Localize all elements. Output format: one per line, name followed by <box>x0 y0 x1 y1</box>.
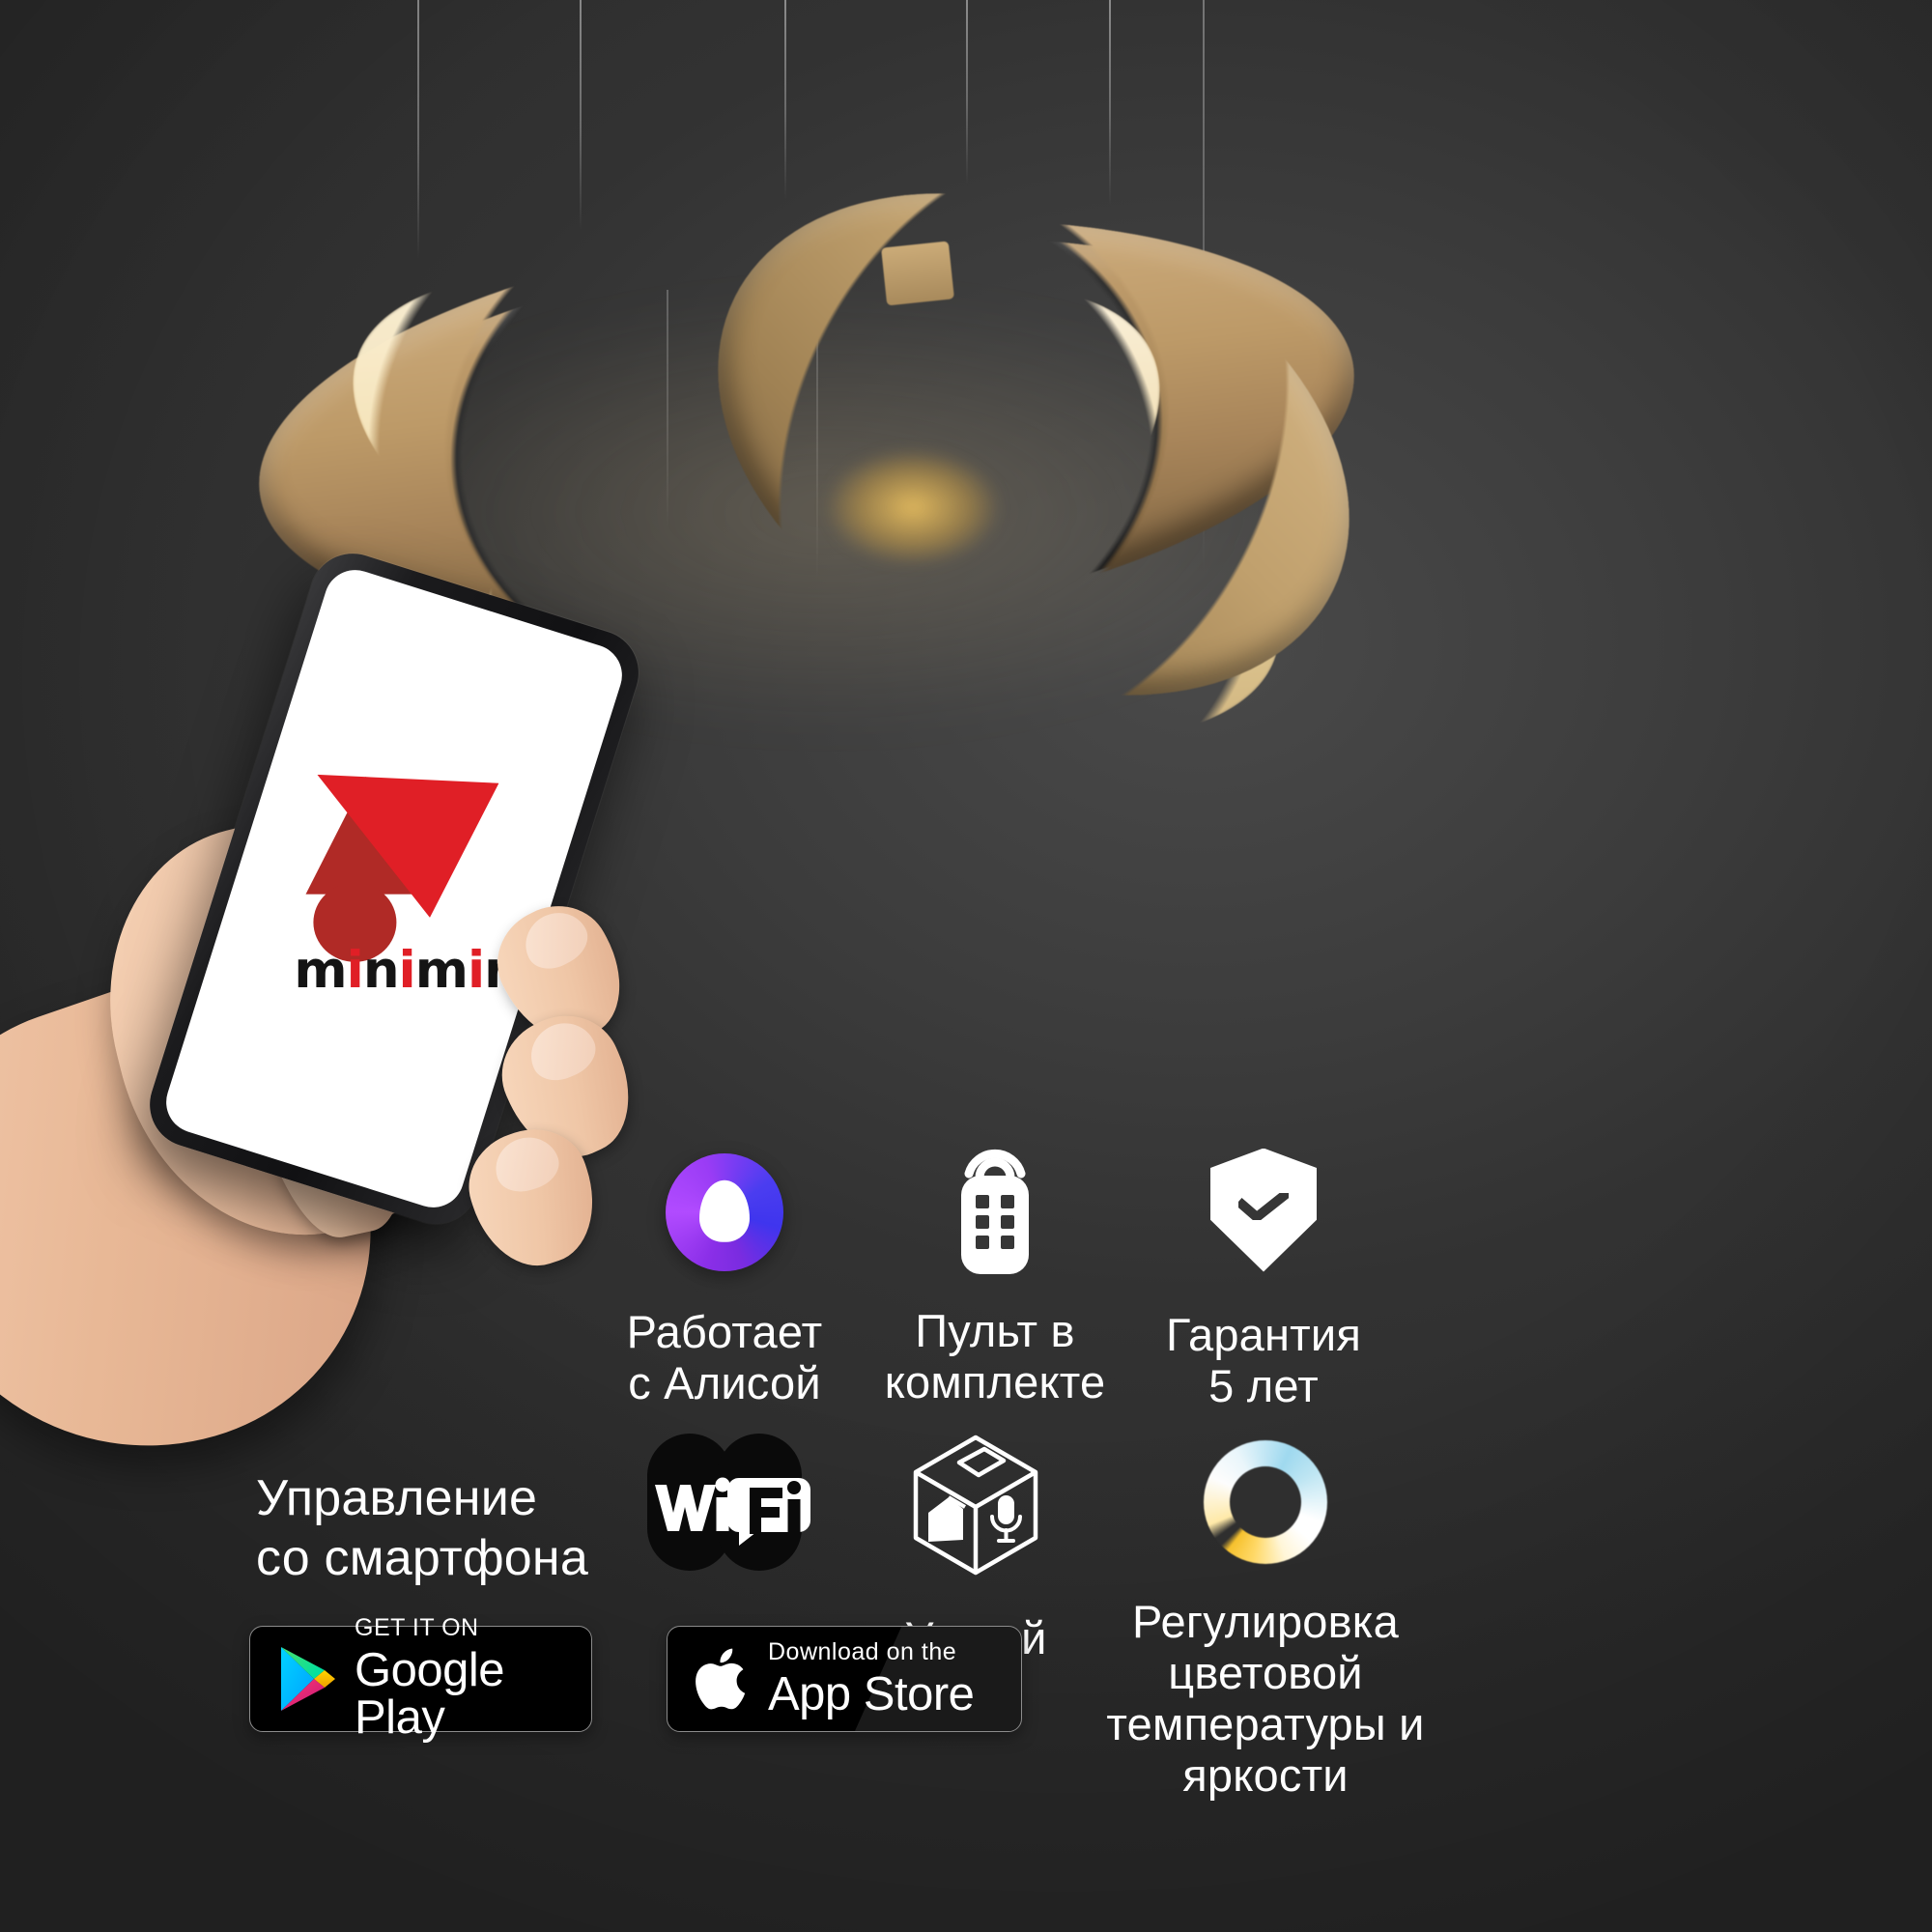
feature-warranty: Гарантия 5 лет <box>1119 1140 1408 1411</box>
feature-remote-label: Пульт в комплекте <box>884 1305 1106 1408</box>
feature-color-temp-label: Регулировка цветовой температуры и яркос… <box>1106 1596 1425 1802</box>
feature-alice-label: Работает с Алисой <box>626 1306 823 1409</box>
google-play-badge-text: GET IT ON Google Play <box>355 1616 591 1742</box>
promo-image: minimir Работает с Алисой Пульт в компле… <box>0 0 1932 1932</box>
app-store-badge-text: Download on the App Store <box>768 1637 975 1720</box>
google-play-badge[interactable]: GET IT ON Google Play <box>249 1616 592 1742</box>
remote-control-icon <box>850 1135 1140 1280</box>
smartphone-control-text: Управление со смартфона <box>256 1470 588 1587</box>
alice-assistant-icon <box>580 1150 869 1275</box>
google-play-triangle-icon <box>275 1643 339 1715</box>
logo-wordmark: minimir <box>294 940 509 1000</box>
google-play-big-text: Google Play <box>355 1644 505 1744</box>
apple-logo-icon <box>693 1642 754 1716</box>
feature-warranty-label: Гарантия 5 лет <box>1165 1309 1361 1412</box>
app-store-big-text: App Store <box>768 1667 975 1720</box>
color-temperature-ring-icon <box>1072 1430 1459 1575</box>
feature-color-temp: Регулировка цветовой температуры и яркос… <box>1072 1430 1459 1801</box>
app-store-badge[interactable]: Download on the App Store <box>667 1626 1022 1732</box>
feature-alice: Работает с Алисой <box>580 1150 869 1408</box>
feature-remote: Пульт в комплекте <box>850 1135 1140 1407</box>
google-play-small-text: GET IT ON <box>355 1614 479 1641</box>
shield-check-icon <box>1119 1140 1408 1280</box>
app-store-small-text: Download on the <box>768 1637 957 1665</box>
